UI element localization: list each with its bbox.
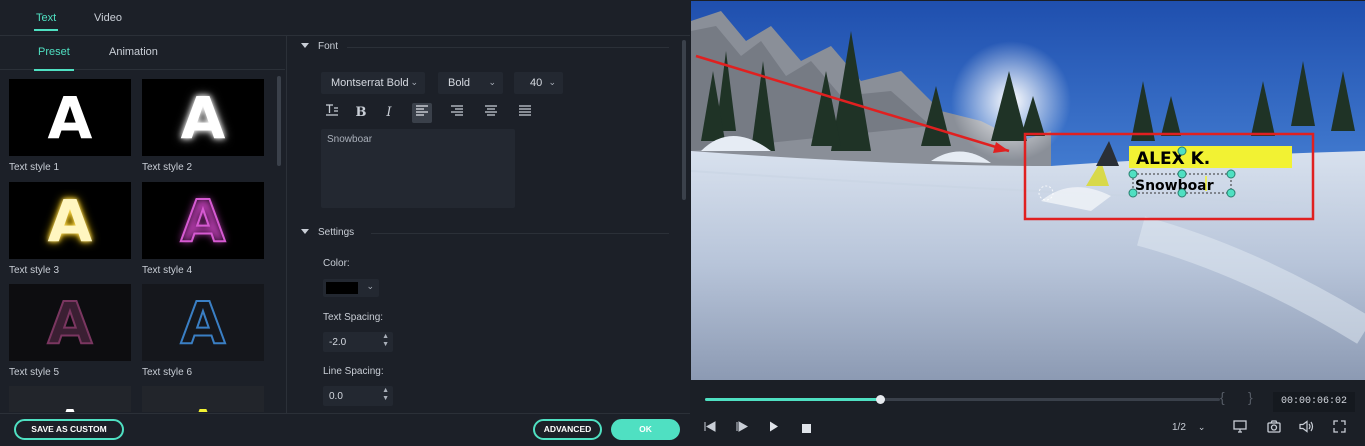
collapse-triangle-icon: [301, 43, 309, 48]
preset-label: Text style 3: [9, 265, 60, 276]
line-spacing-label: Line Spacing:: [323, 366, 384, 377]
tab-preset[interactable]: Preset: [34, 46, 74, 71]
stepper-arrows-icon[interactable]: ▲ ▼: [382, 333, 389, 349]
preset-thumbnail: A: [9, 386, 131, 412]
playhead-handle[interactable]: [876, 395, 886, 404]
preset-thumbnail: A: [9, 284, 131, 361]
divider: [347, 47, 669, 48]
previous-frame-icon[interactable]: [704, 421, 716, 435]
stop-icon[interactable]: [802, 422, 811, 436]
preset-thumbnail: A: [142, 182, 264, 259]
preset-label: Text style 4: [142, 265, 193, 276]
preset-item[interactable]: A Text style 4: [142, 182, 266, 276]
fullscreen-icon[interactable]: [1333, 420, 1346, 436]
preset-thumbnail: A: [9, 182, 131, 259]
font-section-header[interactable]: Font: [301, 41, 338, 52]
chevron-down-icon: ⌄: [548, 77, 556, 87]
preset-thumbnail: A: [142, 79, 264, 156]
preset-item[interactable]: A: [142, 386, 266, 412]
text-spacing-label: Text Spacing:: [323, 312, 384, 323]
text-style-icon[interactable]: [322, 103, 342, 123]
chevron-down-icon: ⌄: [366, 281, 374, 291]
tab-text[interactable]: Text: [33, 12, 59, 31]
color-swatch: [326, 282, 358, 294]
snapshot-icon[interactable]: [1267, 420, 1281, 436]
preset-thumbnail: A: [9, 79, 131, 156]
tab-animation[interactable]: Animation: [109, 46, 158, 58]
font-size-dropdown[interactable]: 40 ⌄: [514, 72, 563, 94]
bold-icon[interactable]: B: [351, 103, 371, 123]
preset-label: Text style 2: [142, 162, 193, 173]
monitor-icon[interactable]: [1233, 420, 1247, 436]
font-family-dropdown[interactable]: Montserrat Bold ⌄: [321, 72, 425, 94]
quality-dropdown[interactable]: 1/2 ⌄: [1172, 422, 1205, 433]
italic-icon[interactable]: I: [379, 103, 399, 123]
ok-button[interactable]: OK: [611, 419, 680, 440]
align-left-icon[interactable]: [412, 103, 432, 123]
collapse-triangle-icon: [301, 229, 309, 234]
subtitle-overlay-text[interactable]: Snowboar: [1135, 178, 1214, 194]
chevron-down-icon: ⌄: [410, 77, 418, 87]
preset-grid: A Text style 1 A Text style 2 A Text sty…: [0, 70, 285, 412]
settings-scrollbar[interactable]: [682, 40, 686, 200]
chevron-down-icon: ⌄: [488, 77, 496, 87]
align-justify-icon[interactable]: [515, 103, 535, 123]
play-frame-icon[interactable]: [736, 421, 749, 435]
align-right-icon[interactable]: [447, 103, 467, 123]
mark-out-icon[interactable]: }: [1248, 389, 1253, 405]
preset-thumbnail: A: [142, 386, 264, 412]
text-spacing-stepper[interactable]: -2.0 ▲ ▼: [323, 332, 393, 352]
settings-panel: Font Montserrat Bold ⌄ Bold ⌄ 40 ⌄ B I Snow…: [287, 36, 690, 413]
divider: [371, 233, 669, 234]
font-weight-dropdown[interactable]: Bold ⌄: [438, 72, 503, 94]
chevron-down-icon: ⌄: [1197, 422, 1206, 432]
preset-label: Text style 6: [142, 367, 193, 378]
advanced-button[interactable]: ADVANCED: [533, 419, 602, 440]
editor-panel: Text Video Preset Animation A Text style…: [0, 0, 690, 446]
preset-label: Text style 5: [9, 367, 60, 378]
progress-fill: [705, 398, 881, 401]
title-overlay-text[interactable]: ALEX K.: [1136, 149, 1210, 169]
tab-video[interactable]: Video: [94, 12, 122, 24]
sub-tabs: Preset Animation: [0, 36, 285, 71]
bottom-action-bar: SAVE AS CUSTOM ADVANCED OK: [0, 413, 690, 446]
color-picker[interactable]: ⌄: [323, 279, 379, 297]
preset-item[interactable]: A Text style 5: [9, 284, 133, 378]
play-icon[interactable]: [769, 421, 779, 435]
preset-item[interactable]: A Text style 3: [9, 182, 133, 276]
preset-item[interactable]: A Text style 1: [9, 79, 133, 173]
video-preview[interactable]: ALEX K. Snowboar: [691, 1, 1365, 380]
mark-in-icon[interactable]: {: [1220, 389, 1225, 405]
snow-scene: ALEX K. Snowboar: [691, 1, 1365, 380]
top-tabs: Text Video: [0, 0, 690, 36]
stepper-arrows-icon[interactable]: ▲ ▼: [382, 387, 389, 403]
volume-icon[interactable]: [1299, 420, 1314, 436]
preset-thumbnail: A: [142, 284, 264, 361]
preset-item[interactable]: A: [9, 386, 133, 412]
settings-section-header[interactable]: Settings: [301, 227, 354, 238]
line-spacing-stepper[interactable]: 0.0 ▲ ▼: [323, 386, 393, 406]
preset-label: Text style 1: [9, 162, 60, 173]
preview-panel: ALEX K. Snowboar { } 00:00:06:02 1/2 ⌄: [690, 0, 1365, 446]
preset-scrollbar[interactable]: [277, 76, 281, 166]
preset-item[interactable]: A Text style 6: [142, 284, 266, 378]
save-as-custom-button[interactable]: SAVE AS CUSTOM: [14, 419, 124, 440]
timecode-display: 00:00:06:02: [1273, 392, 1355, 412]
playback-controls: { } 00:00:06:02 1/2 ⌄: [690, 380, 1365, 446]
text-content-input[interactable]: Snowboar: [321, 129, 515, 208]
align-center-icon[interactable]: [481, 103, 501, 123]
color-label: Color:: [323, 258, 350, 269]
preset-item[interactable]: A Text style 2: [142, 79, 266, 173]
